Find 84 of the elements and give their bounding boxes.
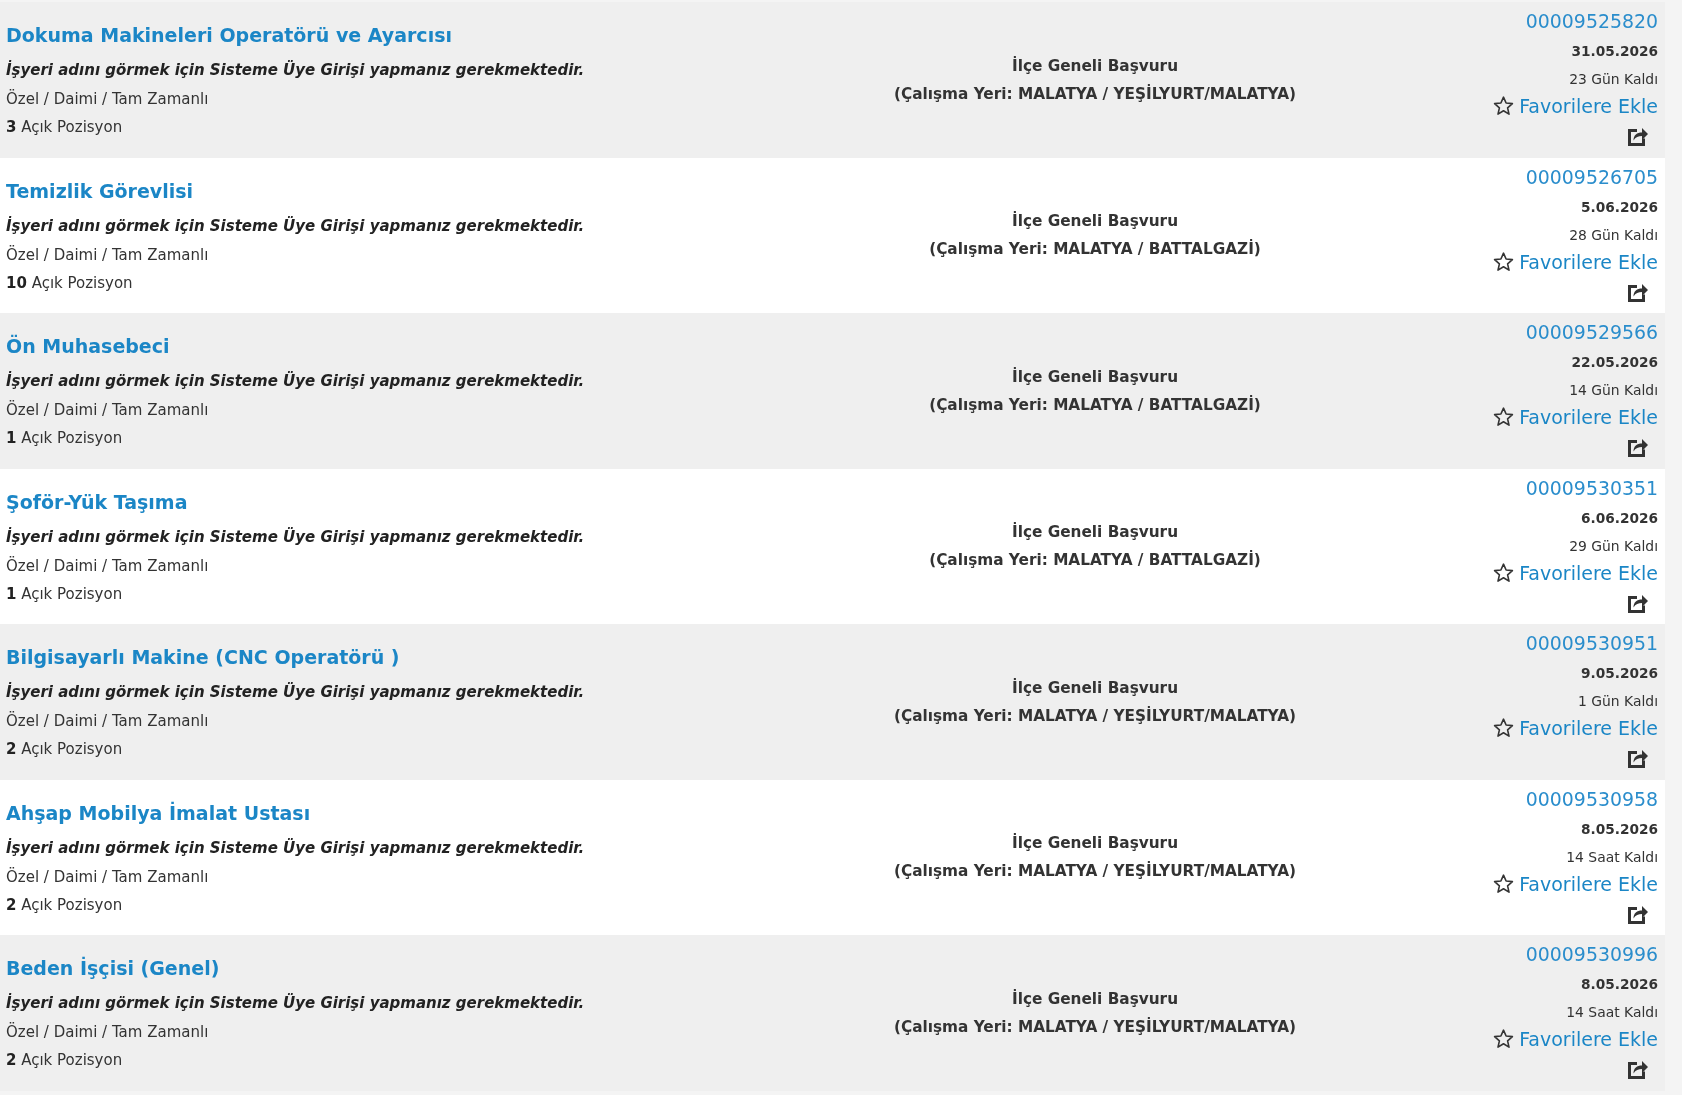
star-icon: [1493, 407, 1515, 427]
share-icon[interactable]: [1627, 592, 1649, 613]
add-favorites-link[interactable]: Favorilere Ekle: [1493, 560, 1658, 585]
application-scope: İlçe Geneli Başvuru: [1011, 211, 1179, 232]
job-title-link[interactable]: Bilgisayarlı Makine (CNC Operatörü ): [6, 645, 400, 669]
work-location: (Çalışma Yeri: MALATYA / YEŞİLYURT/MALATYA): [893, 83, 1297, 104]
deadline-date: 9.05.2026: [1580, 664, 1658, 683]
employment-type: Özel / Daimi / Tam Zamanlı: [6, 866, 209, 887]
employer-notice: İşyeri adını görmek için Sisteme Üye Girişi yapmanız gerekmektedir.: [6, 837, 585, 858]
share-icon[interactable]: [1627, 903, 1649, 924]
star-icon: [1493, 562, 1515, 583]
work-location: (Çalışma Yeri: MALATYA / YEŞİLYURT/MALATYA): [893, 705, 1297, 726]
add-favorites-link[interactable]: Favorilere Ekle: [1493, 249, 1658, 274]
remaining-time: 23 Gün Kaldı: [1569, 70, 1658, 89]
employment-type: Özel / Daimi / Tam Zamanlı: [6, 400, 209, 420]
employer-notice: İşyeri adını görmek için Sisteme Üye Girişi yapmanız gerekmektedir.: [6, 60, 585, 80]
work-location: (Çalışma Yeri: MALATYA / BATTALGAZİ): [929, 239, 1261, 260]
application-scope: İlçe Geneli Başvuru: [1011, 366, 1179, 387]
remaining-time: 1 Gün Kaldı: [1578, 692, 1658, 711]
employment-type: Özel / Daimi / Tam Zamanlı: [6, 555, 209, 576]
add-favorites-link[interactable]: Favorilere Ekle: [1493, 405, 1658, 429]
open-positions: 10 Açık Pozisyon: [6, 272, 133, 293]
add-favorites-link[interactable]: Favorilere Ekle: [1493, 871, 1658, 896]
employer-notice: İşyeri adını görmek için Sisteme Üye Girişi yapmanız gerekmektedir.: [6, 215, 585, 236]
work-location: (Çalışma Yeri: MALATYA / YEŞİLYURT/MALATYA): [893, 861, 1297, 882]
share-icon[interactable]: [1627, 126, 1649, 146]
remaining-time: 14 Gün Kaldı: [1569, 381, 1658, 400]
deadline-date: 5.06.2026: [1580, 197, 1658, 217]
listing-number-link[interactable]: 00009526705: [1525, 165, 1658, 188]
listing-number-link[interactable]: 00009530958: [1525, 787, 1658, 810]
employer-notice: İşyeri adını görmek için Sisteme Üye Girişi yapmanız gerekmektedir.: [6, 682, 585, 702]
star-icon: [1493, 873, 1515, 894]
deadline-date: 8.05.2026: [1580, 975, 1658, 994]
open-positions: 2 Açık Pozisyon: [6, 1050, 123, 1070]
employment-type: Özel / Daimi / Tam Zamanlı: [6, 711, 209, 731]
star-icon: [1493, 251, 1515, 272]
deadline-date: 8.05.2026: [1580, 819, 1658, 839]
work-location: (Çalışma Yeri: MALATYA / BATTALGAZİ): [929, 394, 1261, 415]
application-scope: İlçe Geneli Başvuru: [1011, 677, 1179, 698]
share-icon[interactable]: [1627, 1059, 1649, 1079]
remaining-time: 29 Gün Kaldı: [1569, 536, 1658, 556]
add-favorites-link[interactable]: Favorilere Ekle: [1493, 1027, 1658, 1051]
listing-number-link[interactable]: 00009525820: [1525, 10, 1658, 32]
open-positions: 3 Açık Pozisyon: [6, 117, 123, 137]
listing-number-link[interactable]: 00009530996: [1525, 943, 1658, 965]
job-title-link[interactable]: Temizlik Görevlisi: [6, 178, 194, 203]
employment-type: Özel / Daimi / Tam Zamanlı: [6, 1022, 209, 1042]
remaining-time: 28 Gün Kaldı: [1569, 225, 1658, 245]
job-title-link[interactable]: Beden İşçisi (Genel): [6, 956, 220, 980]
application-scope: İlçe Geneli Başvuru: [1011, 833, 1179, 854]
listing-number-link[interactable]: 00009529566: [1525, 321, 1658, 343]
open-positions: 2 Açık Pozisyon: [6, 739, 123, 759]
remaining-time: 14 Saat Kaldı: [1566, 1003, 1658, 1022]
employment-type: Özel / Daimi / Tam Zamanlı: [6, 89, 209, 109]
application-scope: İlçe Geneli Başvuru: [1011, 522, 1179, 543]
share-icon[interactable]: [1627, 281, 1649, 302]
application-scope: İlçe Geneli Başvuru: [1011, 988, 1179, 1009]
deadline-date: 31.05.2026: [1571, 42, 1658, 61]
add-favorites-link[interactable]: Favorilere Ekle: [1493, 716, 1658, 740]
work-location: (Çalışma Yeri: MALATYA / BATTALGAZİ): [929, 550, 1261, 571]
job-title-link[interactable]: Ahşap Mobilya İmalat Ustası: [6, 800, 311, 825]
employer-notice: İşyeri adını görmek için Sisteme Üye Girişi yapmanız gerekmektedir.: [6, 993, 585, 1013]
add-favorites-link[interactable]: Favorilere Ekle: [1493, 94, 1658, 118]
application-scope: İlçe Geneli Başvuru: [1011, 55, 1179, 76]
open-positions: 2 Açık Pozisyon: [6, 894, 123, 915]
star-icon: [1493, 96, 1515, 116]
employer-notice: İşyeri adını görmek için Sisteme Üye Girişi yapmanız gerekmektedir.: [6, 526, 585, 547]
share-icon[interactable]: [1627, 748, 1649, 768]
open-positions: 1 Açık Pozisyon: [6, 583, 123, 604]
job-title-link[interactable]: Şoför-Yük Taşıma: [6, 489, 188, 514]
deadline-date: 6.06.2026: [1580, 508, 1658, 528]
listing-number-link[interactable]: 00009530351: [1525, 476, 1658, 499]
employer-notice: İşyeri adını görmek için Sisteme Üye Girişi yapmanız gerekmektedir.: [6, 371, 585, 391]
deadline-date: 22.05.2026: [1571, 353, 1658, 372]
star-icon: [1493, 718, 1515, 738]
share-icon[interactable]: [1627, 437, 1649, 457]
listing-number-link[interactable]: 00009530951: [1525, 632, 1658, 654]
employment-type: Özel / Daimi / Tam Zamanlı: [6, 244, 209, 265]
work-location: (Çalışma Yeri: MALATYA / YEŞİLYURT/MALATYA): [893, 1016, 1297, 1037]
open-positions: 1 Açık Pozisyon: [6, 428, 123, 448]
job-title-link[interactable]: Ön Muhasebeci: [6, 334, 170, 358]
remaining-time: 14 Saat Kaldı: [1566, 847, 1658, 867]
job-title-link[interactable]: Dokuma Makineleri Operatörü ve Ayarcısı: [6, 23, 452, 47]
star-icon: [1493, 1029, 1515, 1049]
